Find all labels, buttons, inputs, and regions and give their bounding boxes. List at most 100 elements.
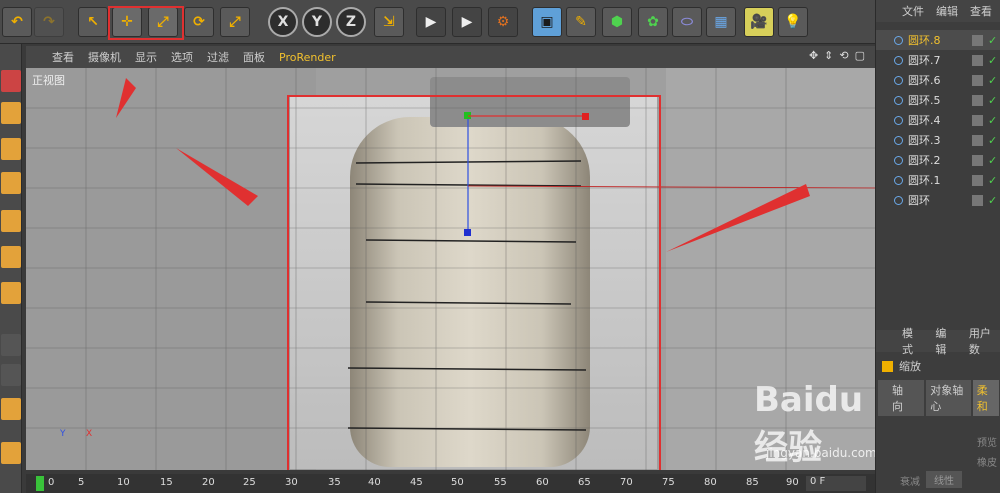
- visibility-tag[interactable]: [972, 74, 983, 86]
- object-item[interactable]: 圆环.1 ✓: [876, 170, 1000, 190]
- maximize-icon[interactable]: ▢: [855, 49, 865, 62]
- visibility-tag[interactable]: [972, 34, 983, 46]
- object-item[interactable]: 圆环.5 ✓: [876, 90, 1000, 110]
- axis-x-label: X: [86, 429, 92, 439]
- magnet-button[interactable]: [1, 442, 21, 464]
- render-picture-viewer-button[interactable]: ▶: [452, 7, 482, 37]
- menu-user-data[interactable]: 用户数: [969, 325, 1000, 357]
- light-bulb-icon: 💡: [784, 14, 802, 30]
- menu-camera[interactable]: 摄像机: [88, 49, 121, 65]
- polygons-mode-button[interactable]: [1, 282, 21, 304]
- enabled-check-icon[interactable]: ✓: [988, 134, 1000, 147]
- viewport-menubar: 查看 摄像机 显示 选项 过滤 面板 ProRender ✥ ⇕ ⟲ ▢: [26, 46, 875, 68]
- deformer-button[interactable]: ⬭: [672, 7, 702, 37]
- globe-tool-button[interactable]: [1, 70, 21, 92]
- zoom-icon[interactable]: ⇕: [824, 49, 833, 62]
- model-mode-button[interactable]: [1, 102, 21, 124]
- enabled-check-icon[interactable]: ✓: [988, 34, 1000, 47]
- cloner-button[interactable]: ✿: [638, 7, 668, 37]
- object-item[interactable]: 圆环.4 ✓: [876, 110, 1000, 130]
- visibility-tag[interactable]: [972, 54, 983, 66]
- viewport-label: 正视图: [32, 74, 65, 87]
- left-toolbar: [0, 44, 22, 493]
- floor-button[interactable]: ▦: [706, 7, 736, 37]
- texture-mode-button[interactable]: [1, 138, 21, 160]
- object-item[interactable]: 圆环.6 ✓: [876, 70, 1000, 90]
- menu-mode[interactable]: 模式: [902, 325, 923, 357]
- pen-icon: ✎: [575, 14, 587, 30]
- torus-icon: [894, 75, 903, 85]
- axis-mode-button[interactable]: [1, 334, 21, 356]
- menu-file[interactable]: 文件: [902, 3, 924, 19]
- enabled-check-icon[interactable]: ✓: [988, 74, 1000, 87]
- viewport-nav: ✥ ⇕ ⟲ ▢: [809, 49, 865, 62]
- z-axis-button[interactable]: Z: [336, 7, 366, 37]
- mouse-mode-button[interactable]: [1, 364, 21, 386]
- render-view-button[interactable]: ▶: [416, 7, 446, 37]
- object-item[interactable]: 圆环.3 ✓: [876, 130, 1000, 150]
- light-button[interactable]: 💡: [778, 7, 808, 37]
- falloff-select[interactable]: 线性: [926, 471, 962, 488]
- redo-button[interactable]: ↷: [34, 7, 64, 37]
- tab-object-axis[interactable]: 对象轴心: [926, 380, 971, 416]
- camera-icon: 🎥: [750, 14, 768, 30]
- rotate-tool-button[interactable]: ⟳: [184, 7, 214, 37]
- orbit-icon[interactable]: ⟲: [839, 49, 848, 62]
- menu-panel[interactable]: 面板: [243, 49, 265, 65]
- transform-icon: ⤢: [229, 14, 241, 30]
- visibility-tag[interactable]: [972, 154, 983, 166]
- snap-button[interactable]: [1, 398, 21, 420]
- coordinate-system-button[interactable]: ⇲: [374, 7, 404, 37]
- visibility-tag[interactable]: [972, 134, 983, 146]
- enabled-check-icon[interactable]: ✓: [988, 54, 1000, 67]
- torus-icon: [894, 135, 903, 145]
- enabled-check-icon[interactable]: ✓: [988, 154, 1000, 167]
- menu-display[interactable]: 显示: [135, 49, 157, 65]
- y-axis-button[interactable]: Y: [302, 7, 332, 37]
- menu-options[interactable]: 选项: [171, 49, 193, 65]
- menu-view[interactable]: 查看: [970, 3, 992, 19]
- x-axis-button[interactable]: X: [268, 7, 298, 37]
- object-item[interactable]: 圆环 ✓: [876, 190, 1000, 210]
- last-tool-button[interactable]: ⤢: [220, 7, 250, 37]
- enabled-check-icon[interactable]: ✓: [988, 94, 1000, 107]
- timeline[interactable]: 0 5 10 15 20 25 30 35 40 45 50 55 60 65 …: [26, 474, 875, 493]
- frame-field[interactable]: 0 F: [806, 476, 866, 491]
- undo-icon: ↶: [11, 14, 23, 30]
- cube-icon: ▣: [540, 14, 554, 30]
- tab-soft[interactable]: 柔和: [972, 380, 999, 416]
- menu-prorender[interactable]: ProRender: [279, 51, 336, 64]
- undo-button[interactable]: ↶: [2, 7, 32, 37]
- cube-button[interactable]: ▣: [532, 7, 562, 37]
- menu-filter[interactable]: 过滤: [207, 49, 229, 65]
- attributes-tabs: 轴向 对象轴心 柔和: [876, 380, 1000, 416]
- subdivision-button[interactable]: ⬢: [602, 7, 632, 37]
- object-item[interactable]: 圆环.8 ✓: [876, 30, 1000, 50]
- pen-button[interactable]: ✎: [566, 7, 596, 37]
- clapper-icon: ▶: [461, 14, 473, 30]
- menu-edit[interactable]: 编辑: [936, 3, 958, 19]
- torus-icon: [894, 155, 903, 165]
- viewport[interactable]: Y X 正视图 Baidu经验 jingyan.baidu.com: [26, 68, 875, 470]
- render-settings-button[interactable]: ⚙: [488, 7, 518, 37]
- tab-axis[interactable]: 轴向: [878, 380, 925, 416]
- camera-button[interactable]: 🎥: [744, 7, 774, 37]
- menu-view[interactable]: 查看: [52, 49, 74, 65]
- menu-edit[interactable]: 编辑: [935, 325, 956, 357]
- workplane-mode-button[interactable]: [1, 172, 21, 194]
- enabled-check-icon[interactable]: ✓: [988, 114, 1000, 127]
- points-mode-button[interactable]: [1, 210, 21, 232]
- visibility-tag[interactable]: [972, 94, 983, 106]
- visibility-tag[interactable]: [972, 114, 983, 126]
- visibility-tag[interactable]: [972, 194, 983, 206]
- pan-icon[interactable]: ✥: [809, 49, 818, 62]
- edges-mode-button[interactable]: [1, 246, 21, 268]
- select-tool-button[interactable]: ↖: [78, 7, 108, 37]
- object-item[interactable]: 圆环.7 ✓: [876, 50, 1000, 70]
- visibility-tag[interactable]: [972, 174, 983, 186]
- enabled-check-icon[interactable]: ✓: [988, 174, 1000, 187]
- playhead[interactable]: [36, 476, 44, 491]
- object-item[interactable]: 圆环.2 ✓: [876, 150, 1000, 170]
- enabled-check-icon[interactable]: ✓: [988, 194, 1000, 207]
- toolbar: ↶ ↷ ↖ ✛ ⤢ ⟳ ⤢ X Y Z ⇲ ▶ ▶ ⚙ ▣ ✎ ⬢ ✿ ⬭ ▦ …: [0, 0, 875, 44]
